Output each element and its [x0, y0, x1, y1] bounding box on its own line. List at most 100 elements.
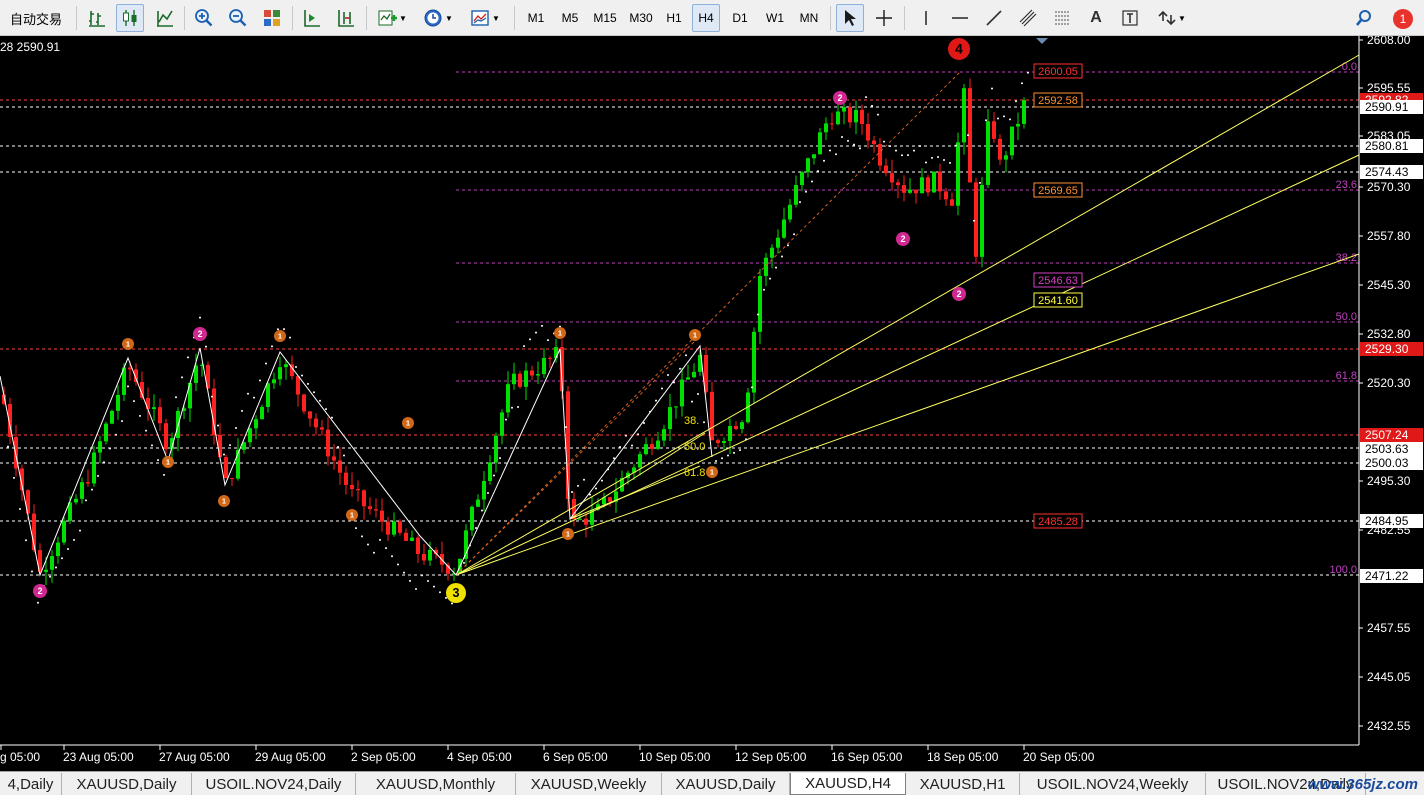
wave-marker-2-label: 2 — [38, 586, 43, 596]
sar-dot — [505, 418, 507, 421]
tab-chart[interactable]: XAUUSD,Daily — [662, 773, 790, 795]
sar-dot — [901, 154, 903, 157]
auto-scroll-icon — [304, 10, 320, 27]
search-icon — [1355, 10, 1371, 26]
bear-candle — [308, 411, 312, 419]
sar-dot — [421, 574, 423, 577]
sar-dot — [325, 408, 327, 411]
sar-dot — [109, 447, 111, 450]
sar-dot — [967, 134, 969, 137]
bear-candle — [710, 391, 714, 441]
tab-label: XAUUSD,Monthly — [375, 775, 496, 793]
tab-chart[interactable]: USOIL.NOV24,Daily — [192, 773, 356, 795]
price-box-label: 2484.95 — [1365, 514, 1409, 528]
timeframe-mn[interactable]: MN — [794, 4, 824, 32]
bear-candle — [422, 553, 426, 561]
sar-dot — [721, 457, 723, 460]
tab-chart[interactable]: 4,Daily — [0, 773, 62, 795]
templates-button[interactable]: ▼ — [464, 4, 506, 32]
sar-dot — [805, 190, 807, 193]
search-button[interactable] — [1350, 4, 1378, 32]
chart-shift-button[interactable] — [332, 4, 360, 32]
sar-dot — [247, 392, 249, 395]
toolbar-separator — [292, 6, 293, 30]
sar-dot — [715, 459, 717, 462]
toolbar-separator — [904, 6, 905, 30]
price-chart[interactable]: 0.0 23.6 38. 2 50.0 61.8 100.0 3 4 2 2 2 2 2 1 1 1 1 1 1 1 1… — [0, 36, 1424, 771]
timeframe-m1[interactable]: M1 — [520, 4, 552, 32]
zoom-out-button[interactable] — [224, 4, 252, 32]
tab-chart-active[interactable]: XAUUSD,H4 — [790, 773, 906, 795]
cursor-button[interactable] — [836, 4, 864, 32]
tab-chart[interactable]: USOIL.NOV24,Weekly — [1020, 773, 1206, 795]
sar-dot — [205, 345, 207, 348]
sar-dot — [565, 426, 567, 429]
auto-trading-button[interactable]: 自动交易 — [2, 4, 70, 32]
bear-candle — [302, 394, 306, 412]
chart-window[interactable]: 0.0 23.6 38. 2 50.0 61.8 100.0 3 4 2 2 2 2 2 1 1 1 1 1 1 1 1… — [0, 36, 1424, 771]
tab-chart[interactable]: XAUUSD,H1 — [906, 773, 1020, 795]
timeframe-h1[interactable]: H1 — [660, 4, 688, 32]
zoom-in-button[interactable] — [190, 4, 218, 32]
periods-button[interactable]: ▼ — [418, 4, 458, 32]
crosshair-button[interactable] — [870, 4, 898, 32]
line-chart-button[interactable] — [152, 4, 178, 32]
sar-dot — [415, 588, 417, 591]
timeframe-m30[interactable]: M30 — [624, 4, 658, 32]
arrows-button[interactable]: ▼ — [1150, 4, 1192, 32]
sar-dot — [55, 566, 57, 569]
sar-dot — [241, 409, 243, 412]
sar-dot — [1009, 118, 1011, 121]
sar-dot — [301, 374, 303, 377]
sar-dot — [85, 499, 87, 502]
bear-candle — [416, 537, 420, 554]
auto-scroll-button[interactable] — [298, 4, 326, 32]
sar-dot — [307, 382, 309, 385]
bull-candle — [776, 237, 780, 248]
sar-dot — [865, 96, 867, 99]
tab-label: XAUUSD,H4 — [805, 775, 891, 792]
timeframe-h4[interactable]: H4 — [692, 4, 720, 32]
bear-candle — [338, 460, 342, 473]
tab-chart[interactable]: XAUUSD,Weekly — [516, 773, 662, 795]
indicators-icon — [378, 10, 398, 26]
text-label-button[interactable] — [1116, 4, 1144, 32]
trendline-button[interactable] — [980, 4, 1008, 32]
bear-candle — [530, 370, 534, 376]
sar-dot — [997, 117, 999, 120]
timeframe-w1[interactable]: W1 — [760, 4, 790, 32]
bear-candle — [368, 506, 372, 510]
timeframe-m15[interactable]: M15 — [588, 4, 622, 32]
fib-small-label: 38. — [684, 415, 699, 427]
horizontal-line-button[interactable] — [946, 4, 974, 32]
sar-dot — [139, 414, 141, 417]
sar-dot — [379, 538, 381, 541]
price-box-label: 2574.43 — [1365, 165, 1409, 179]
timeframe-d1[interactable]: D1 — [726, 4, 754, 32]
tab-chart[interactable]: XAUUSD,Monthly — [356, 773, 516, 795]
bull-candle — [248, 428, 252, 443]
sar-dot — [859, 147, 861, 150]
text-button[interactable]: A — [1082, 4, 1110, 32]
indicators-button[interactable]: ▼ — [372, 4, 412, 32]
notifications-button[interactable]: 1 — [1384, 4, 1420, 32]
bear-candle — [992, 121, 996, 139]
timeframe-m5[interactable]: M5 — [554, 4, 586, 32]
equidistant-channel-button[interactable] — [1014, 4, 1042, 32]
sar-dot — [127, 385, 129, 388]
bull-candle — [56, 542, 60, 557]
bull-candle — [470, 506, 474, 531]
tile-windows-button[interactable] — [258, 4, 286, 32]
bull-candle — [1016, 123, 1020, 127]
tab-chart[interactable]: XAUUSD,Daily — [62, 773, 192, 795]
bar-chart-button[interactable] — [84, 4, 110, 32]
candlestick-button[interactable] — [116, 4, 144, 32]
sar-dot — [799, 201, 801, 204]
sar-dot — [343, 454, 345, 457]
fibonacci-button[interactable] — [1048, 4, 1076, 32]
bear-candle — [230, 478, 234, 480]
crosshair-icon — [876, 10, 892, 26]
sar-dot — [181, 376, 183, 379]
bull-candle — [482, 480, 486, 500]
vertical-line-button[interactable] — [912, 4, 940, 32]
